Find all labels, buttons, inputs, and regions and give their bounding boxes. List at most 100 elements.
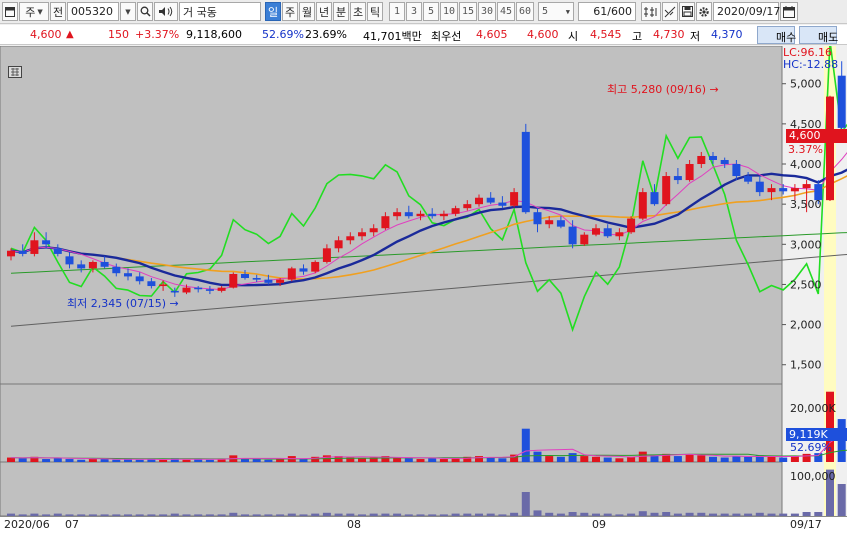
candle-body [428, 213, 437, 217]
volume-bar [568, 453, 577, 462]
date-value: 2020/09/17 [717, 5, 781, 18]
candle-body [217, 287, 226, 291]
candle-body [287, 268, 296, 280]
candle-body [486, 197, 495, 203]
period-label: 월 [301, 5, 313, 19]
candle-body [439, 213, 448, 217]
period-label: 주 [284, 5, 296, 19]
volume-bar [732, 456, 741, 462]
volume-ratio: 52.69% [262, 28, 304, 41]
price-change-pct: +3.37% [135, 28, 180, 41]
volume-tick-label: 20,000K [790, 402, 836, 415]
candle-body [252, 278, 261, 280]
candle-body [779, 188, 788, 192]
interval-60-button[interactable]: 60 [516, 2, 534, 21]
candle-body [100, 261, 109, 267]
candle-body [755, 181, 764, 193]
interval-45-button[interactable]: 45 [497, 2, 515, 21]
interval-5-button[interactable]: 5 [423, 2, 439, 21]
chart-menu-icon[interactable] [2, 2, 18, 21]
best-quote-label: 최우선 [431, 30, 462, 43]
volume-bar [802, 453, 811, 462]
volume-tag-value: 9,119K [789, 428, 828, 441]
market-label: 주 [25, 5, 36, 19]
date-field[interactable]: 2020/09/17 [713, 2, 781, 21]
candle-body [311, 261, 320, 272]
volume-pane [0, 383, 783, 463]
draw-tool-icon[interactable] [662, 2, 678, 21]
code-dropdown[interactable]: ▼ [120, 2, 136, 21]
sound-icon[interactable] [154, 2, 178, 21]
volume-bar [720, 457, 729, 462]
y-tick-label: 4,000 [790, 158, 822, 171]
interval-label: 60 [518, 6, 532, 17]
candle-body [88, 261, 97, 269]
candle-body [662, 176, 671, 205]
low-annotation: 최저 2,345 (07/15) → [67, 295, 179, 311]
candle-body [463, 204, 472, 209]
y-tick-label: 3,500 [790, 198, 822, 211]
period-year-button[interactable]: 년 [316, 2, 332, 21]
interval-30-button[interactable]: 30 [478, 2, 496, 21]
high-note: 최고 5,280 (09/16) [607, 83, 707, 96]
jeon-button[interactable]: 전 [50, 2, 66, 21]
candle-body [404, 212, 413, 217]
sell-button[interactable]: 매도 [799, 26, 838, 44]
lc-hc-labels: LC:96.16 HC:-12.88 [783, 47, 838, 71]
candle-body [42, 240, 51, 245]
interval-1-button[interactable]: 1 [389, 2, 405, 21]
candle-count-field[interactable]: 61/600 [578, 2, 636, 21]
candle-body [358, 232, 366, 237]
market-select[interactable]: 주 ▼ [19, 2, 49, 21]
interval-15-button[interactable]: 15 [459, 2, 477, 21]
candle-body [369, 228, 378, 233]
search-icon[interactable] [137, 2, 153, 21]
stock-code-input[interactable]: 005320 [67, 2, 119, 21]
volume-bar [744, 456, 753, 462]
period-tick-button[interactable]: 틱 [367, 2, 383, 21]
period-second-button[interactable]: 초 [350, 2, 366, 21]
period-day-button[interactable]: 일 [265, 2, 281, 21]
high-annotation: 최고 5,280 (09/16) → [607, 81, 719, 97]
volume-bar [673, 456, 682, 462]
trade-volume: 9,118,600 [186, 28, 242, 41]
volume-bar [814, 453, 823, 462]
candle-body [112, 266, 121, 274]
period-month-button[interactable]: 월 [299, 2, 315, 21]
volume-bar [7, 457, 15, 462]
candle-body [77, 264, 86, 269]
price-info-bar: 4,600 ▲ 150 +3.37% 9,118,600 52.69% 23.6… [0, 25, 847, 45]
period-label: 초 [352, 5, 364, 19]
volume-bar [697, 455, 706, 462]
candle-body [53, 248, 62, 254]
volume2-bar [837, 484, 846, 516]
indicator-menu-icon[interactable] [8, 66, 22, 78]
settings-icon[interactable] [696, 2, 712, 21]
volume-bar [533, 451, 542, 462]
interval-select[interactable]: 5 ▼ [538, 2, 574, 21]
volume-bar [135, 459, 144, 462]
candle-body [229, 274, 238, 288]
stock-name-field[interactable]: 거 국동 [179, 2, 261, 21]
crosshair-icon[interactable] [641, 2, 661, 21]
period-minute-button[interactable]: 분 [333, 2, 349, 21]
volume-bar [205, 459, 214, 462]
calendar-icon[interactable] [780, 2, 798, 21]
volume-bar [182, 459, 191, 462]
y-tick-label: 2,500 [790, 278, 822, 291]
candle-body [826, 96, 834, 201]
chart-area[interactable]: 1,500 2,000 2,500 3,000 3,500 4,000 4,500 5,000… [0, 46, 847, 516]
volume-bar [65, 459, 74, 462]
interval-3-button[interactable]: 3 [406, 2, 422, 21]
interval-label: 45 [499, 6, 513, 17]
candle-count: 61 [593, 5, 608, 18]
buy-button[interactable]: 매수 [757, 26, 796, 44]
volume-bar [486, 457, 495, 462]
y-tick-label: 5,000 [790, 78, 822, 91]
interval-label: 1 [393, 6, 401, 17]
chart-canvas[interactable]: 1,5002,0002,5003,0003,5004,0004,5005,000… [0, 46, 847, 516]
save-icon[interactable] [679, 2, 695, 21]
interval-10-button[interactable]: 10 [440, 2, 458, 21]
period-week-button[interactable]: 주 [282, 2, 298, 21]
candle-body [18, 250, 27, 254]
